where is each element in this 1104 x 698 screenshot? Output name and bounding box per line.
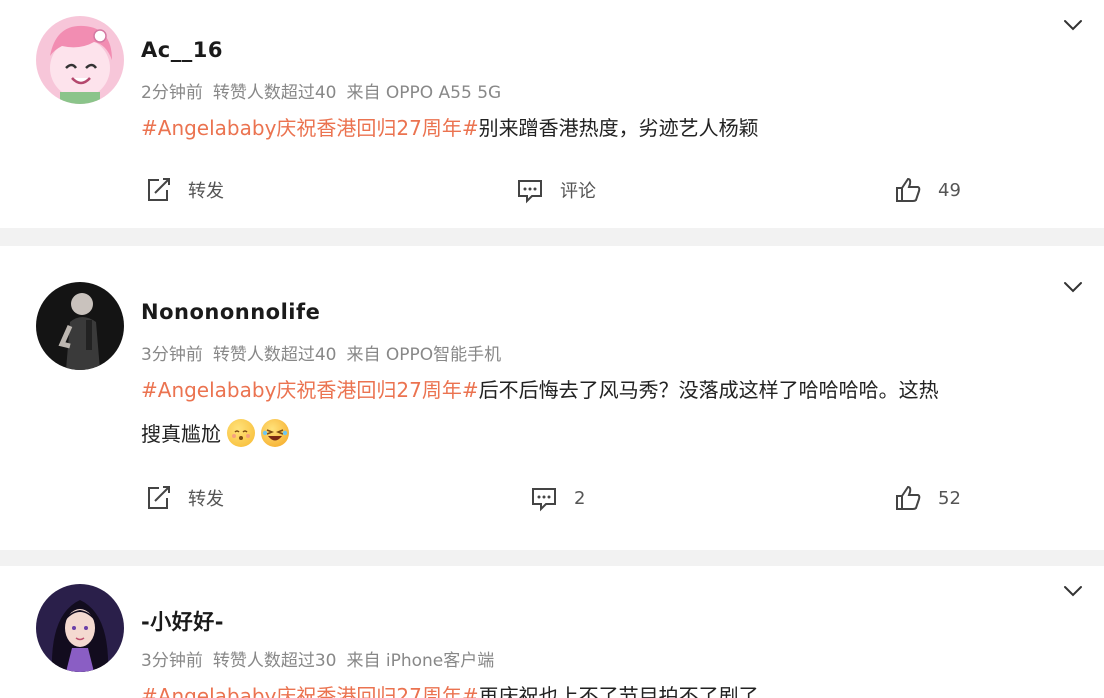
like-count: 49: [938, 179, 961, 201]
comment-label: 评论: [560, 181, 596, 202]
dark-portrait-avatar-icon: [36, 282, 124, 370]
comment-card: Ac__16 2分钟前 转赞人数超过40 来自 OPPO A55 5G #Angel…: [0, 0, 1104, 228]
action-bar: 转发 2 52: [0, 478, 1104, 518]
pink-anime-avatar-icon: [36, 16, 124, 104]
post-source: 来自 OPPO智能手机: [346, 345, 502, 365]
hashtag-link[interactable]: #Angelababy庆祝香港回归27周年#: [141, 684, 479, 698]
interaction-count: 转赞人数超过40: [212, 83, 337, 103]
hashtag-link[interactable]: #Angelababy庆祝香港回归27周年#: [141, 378, 479, 402]
post-time: 2分钟前: [141, 83, 203, 103]
chevron-down-icon[interactable]: [1060, 274, 1086, 300]
comment-body: 再庆祝也上不了节目拍不了剧了: [478, 684, 759, 698]
hashtag-link[interactable]: #Angelababy庆祝香港回归27周年#: [141, 116, 479, 140]
post-meta: 3分钟前 转赞人数超过40 来自 OPPO智能手机: [141, 340, 511, 365]
comment-icon: [532, 488, 556, 512]
comment-card: Nonononnolife 3分钟前 转赞人数超过40 来自 OPPO智能手机 #A…: [0, 246, 1104, 550]
like-button[interactable]: 49: [894, 170, 961, 210]
username[interactable]: Nonononnolife: [141, 300, 320, 324]
action-bar: 转发 评论 49: [0, 170, 1104, 210]
username[interactable]: -小好好-: [141, 606, 224, 636]
thumbs-up-icon: [896, 177, 921, 202]
comment-count: 2: [574, 487, 586, 509]
comment-body: 别来蹭香港热度，劣迹艺人杨颖: [478, 116, 759, 140]
post-source: 来自 iPhone客户端: [346, 651, 495, 671]
repost-button[interactable]: 转发: [144, 478, 224, 518]
anime-girl-avatar-icon: [36, 584, 124, 672]
comment-text: #Angelababy庆祝香港回归27周年#再庆祝也上不了节目拍不了剧了: [141, 674, 1091, 698]
avatar[interactable]: [36, 584, 124, 672]
post-source: 来自 OPPO A55 5G: [346, 83, 502, 103]
avatar[interactable]: [36, 16, 124, 104]
comment-button[interactable]: 评论: [516, 170, 596, 210]
comment-body-continued: 搜真尴尬: [141, 422, 221, 446]
comment-body: 后不后悔去了风马秀？没落成这样了哈哈哈哈。这热: [478, 378, 939, 402]
chevron-down-icon[interactable]: [1060, 12, 1086, 38]
post-meta: 2分钟前 转赞人数超过40 来自 OPPO A55 5G: [141, 78, 511, 103]
repost-icon: [148, 178, 170, 201]
repost-label: 转发: [188, 489, 224, 510]
post-time: 3分钟前: [141, 345, 203, 365]
post-time: 3分钟前: [141, 651, 203, 671]
comment-icon: [518, 180, 542, 204]
username[interactable]: Ac__16: [141, 38, 223, 62]
comment-button[interactable]: 2: [530, 478, 585, 518]
like-count: 52: [938, 487, 961, 509]
comment-card: -小好好- 3分钟前 转赞人数超过30 来自 iPhone客户端 #Angelaba…: [0, 566, 1104, 698]
laughing-emoji-icon: [261, 419, 289, 447]
comment-feed: Ac__16 2分钟前 转赞人数超过40 来自 OPPO A55 5G #Angel…: [0, 0, 1104, 698]
comment-text: #Angelababy庆祝香港回归27周年#别来蹭香港热度，劣迹艺人杨颖: [141, 106, 1091, 150]
repost-button[interactable]: 转发: [144, 170, 224, 210]
interaction-count: 转赞人数超过30: [212, 651, 337, 671]
interaction-count: 转赞人数超过40: [212, 345, 337, 365]
comment-text: #Angelababy庆祝香港回归27周年#后不后悔去了风马秀？没落成这样了哈哈…: [141, 368, 1091, 456]
post-meta: 3分钟前 转赞人数超过30 来自 iPhone客户端: [141, 646, 504, 671]
thumbs-up-icon: [896, 485, 921, 510]
shy-face-emoji-icon: [227, 419, 255, 447]
avatar[interactable]: [36, 282, 124, 370]
like-button[interactable]: 52: [894, 478, 961, 518]
chevron-down-icon[interactable]: [1060, 578, 1086, 604]
repost-label: 转发: [188, 181, 224, 202]
repost-icon: [148, 486, 170, 509]
